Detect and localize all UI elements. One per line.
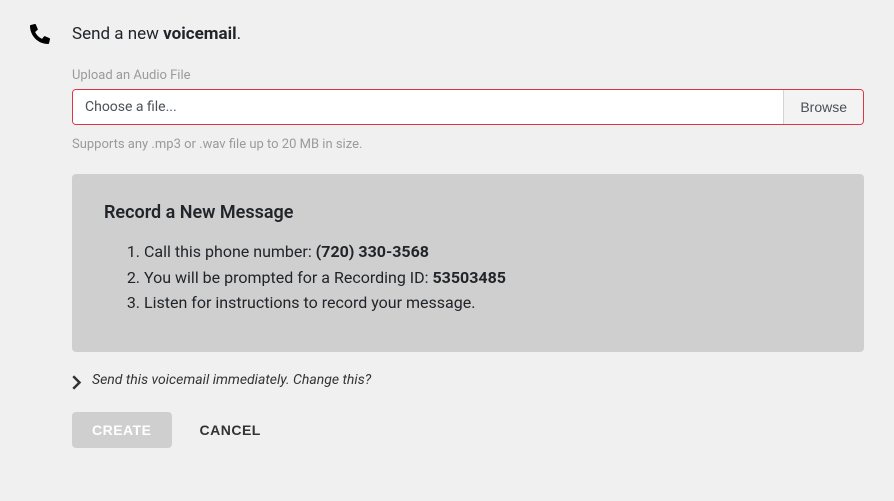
create-button[interactable]: CREATE	[72, 412, 172, 448]
cancel-button[interactable]: CANCEL	[200, 422, 261, 438]
title-suffix: .	[237, 24, 241, 44]
title-bold: voicemail	[163, 24, 236, 44]
record-title: Record a New Message	[104, 202, 832, 223]
browse-button[interactable]: Browse	[783, 90, 863, 124]
step2-text: You will be prompted for a Recording ID:	[144, 268, 432, 287]
upload-label: Upload an Audio File	[72, 68, 864, 83]
step2-id: 53503485	[432, 268, 505, 287]
card-header: Send a new voicemail.	[30, 24, 864, 44]
file-input[interactable]: Choose a file...	[73, 90, 783, 124]
title-prefix: Send a new	[72, 24, 163, 44]
button-row: CREATE CANCEL	[72, 412, 864, 448]
file-input-group[interactable]: Choose a file... Browse	[72, 89, 864, 125]
upload-help-text: Supports any .mp3 or .wav file up to 20 …	[72, 137, 864, 152]
schedule-toggle[interactable]: Send this voicemail immediately. Change …	[72, 372, 864, 388]
schedule-text: Send this voicemail immediately. Change …	[92, 372, 371, 388]
record-step-2: You will be prompted for a Recording ID:…	[144, 265, 832, 291]
phone-icon	[30, 24, 50, 44]
chevron-right-icon	[72, 375, 82, 385]
record-box: Record a New Message Call this phone num…	[72, 174, 864, 352]
step1-text: Call this phone number:	[144, 242, 316, 261]
page-title: Send a new voicemail.	[72, 24, 241, 44]
voicemail-card: Send a new voicemail. Upload an Audio Fi…	[0, 0, 894, 501]
record-step-3: Listen for instructions to record your m…	[144, 290, 832, 316]
step1-phone: (720) 330-3568	[316, 242, 429, 261]
form-section: Upload an Audio File Choose a file... Br…	[72, 68, 864, 448]
record-step-1: Call this phone number: (720) 330-3568	[144, 239, 832, 265]
record-steps-list: Call this phone number: (720) 330-3568 Y…	[104, 239, 832, 316]
